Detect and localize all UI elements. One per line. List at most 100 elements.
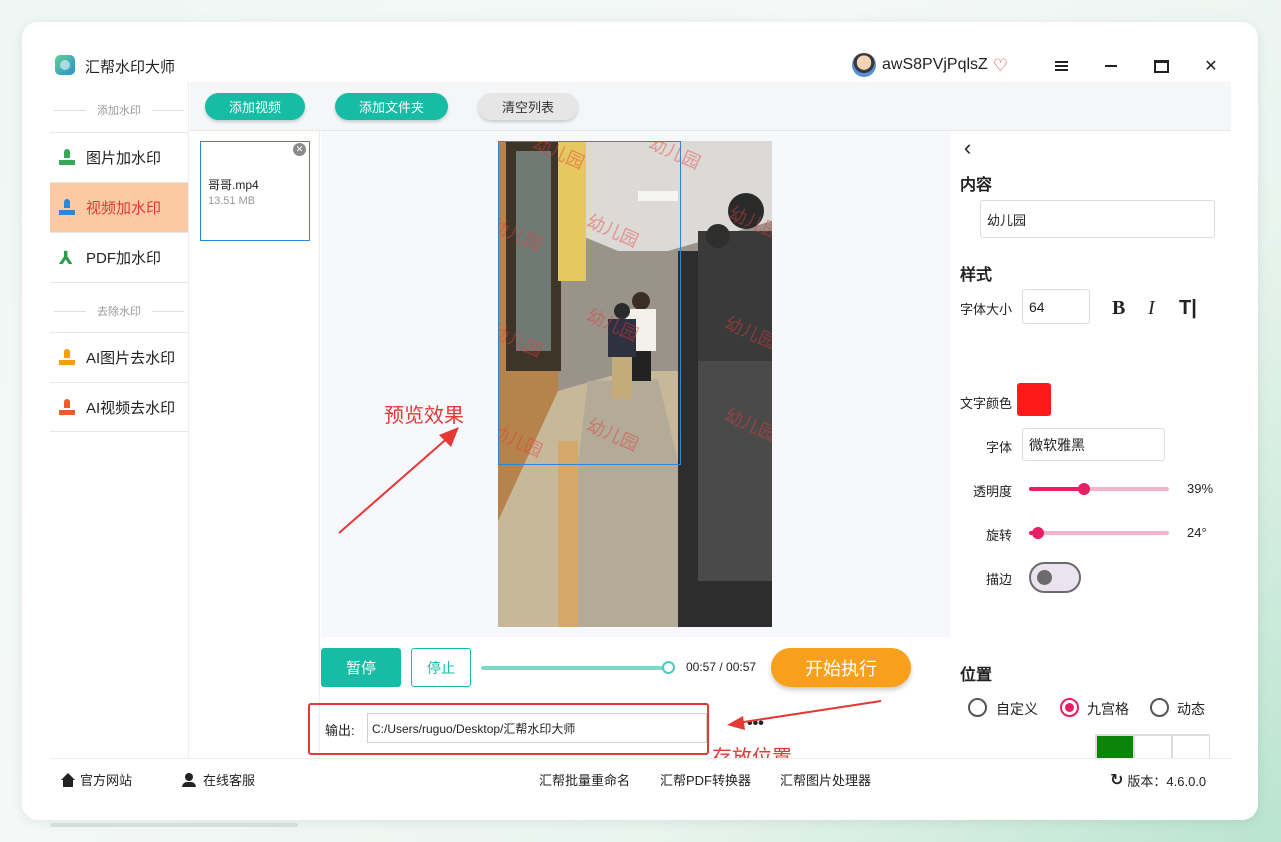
minimize-button[interactable] — [1096, 54, 1126, 78]
opacity-value: 39% — [1187, 481, 1214, 496]
file-size: 13.51 MB — [208, 195, 256, 207]
font-size-label: 字体大小 — [960, 302, 1013, 317]
position-radio-grid[interactable] — [1060, 698, 1079, 717]
font-label: 字体 — [986, 440, 1013, 455]
annotation-arrow-icon — [338, 427, 459, 534]
file-list: ✕ 哥哥.mp4 13.51 MB — [190, 131, 320, 758]
sidebar-item-ai-image-remove[interactable]: AI图片去水印 — [50, 332, 188, 382]
sidebar-item-label: PDF加水印 — [86, 250, 162, 267]
hamburger-icon — [1054, 61, 1068, 71]
font-select[interactable]: 微软雅黑 — [1022, 428, 1165, 461]
rotation-value: 24° — [1187, 525, 1207, 540]
sidebar-item-pdf-watermark[interactable]: ⅄ PDF加水印 — [50, 232, 188, 282]
content-title: 内容 — [960, 177, 993, 194]
add-folder-button[interactable]: 添加文件夹 — [335, 93, 448, 120]
app-window: 汇帮水印大师 awS8PVjPqlsZ ♡ ✕ 添加水印 图片加水印 视频加水印… — [50, 50, 1231, 794]
title-bar: 汇帮水印大师 awS8PVjPqlsZ ♡ ✕ — [50, 50, 1231, 82]
close-button[interactable]: ✕ — [1196, 54, 1226, 78]
sidebar-item-image-watermark[interactable]: 图片加水印 — [50, 132, 188, 182]
rename-tool-link[interactable]: 汇帮批量重命名 — [539, 770, 630, 789]
style-title: 样式 — [960, 267, 993, 284]
opacity-slider-fill — [1029, 487, 1084, 491]
sidebar-section-remove: 去除水印 — [50, 282, 188, 332]
app-title: 汇帮水印大师 — [85, 59, 176, 76]
version-info[interactable]: ↻ 版本：4.6.0.0 — [1110, 770, 1206, 790]
italic-button[interactable]: I — [1148, 297, 1155, 320]
pause-button[interactable]: 暂停 — [321, 648, 401, 687]
store-arrow-icon — [727, 700, 882, 730]
app-logo-icon — [55, 55, 75, 75]
maximize-button[interactable] — [1146, 54, 1176, 78]
sidebar-item-video-watermark[interactable]: 视频加水印 — [50, 182, 188, 232]
pdf-icon: ⅄ — [59, 248, 73, 268]
position-radio-dynamic[interactable] — [1150, 698, 1169, 717]
remove-file-icon[interactable]: ✕ — [293, 143, 306, 156]
progress-thumb[interactable] — [662, 661, 675, 674]
stamp-icon — [59, 149, 75, 167]
opacity-slider-thumb[interactable] — [1077, 483, 1090, 495]
vip-diamond-icon[interactable]: ♡ — [993, 57, 1008, 74]
add-video-button[interactable]: 添加视频 — [205, 93, 305, 120]
output-path-field[interactable]: C:/Users/ruguo/Desktop/汇帮水印大师 — [367, 713, 707, 743]
position-label-dynamic[interactable]: 动态 — [1177, 699, 1205, 719]
settings-panel: ‹ 内容 幼儿园 样式 字体大小 64 B I T| 文字颜色 字体 微软雅黑 … — [950, 131, 1231, 794]
position-title: 位置 — [960, 667, 993, 684]
rotation-label: 旋转 — [986, 528, 1013, 543]
refresh-icon: ↻ — [1110, 772, 1124, 789]
website-label: 官方网站 — [80, 773, 133, 788]
position-radio-custom[interactable] — [968, 698, 987, 717]
watermark-text-input[interactable]: 幼儿园 — [980, 200, 1215, 238]
start-button[interactable]: 开始执行 — [771, 648, 911, 687]
horizontal-scrollbar[interactable] — [50, 823, 298, 827]
username[interactable]: awS8PVjPqlsZ — [882, 56, 988, 74]
stop-button[interactable]: 停止 — [411, 648, 471, 687]
stroke-label: 描边 — [986, 572, 1013, 587]
opacity-label: 透明度 — [973, 484, 1013, 499]
position-label-grid[interactable]: 九宫格 — [1087, 699, 1129, 719]
version-label: 版本：4.6.0.0 — [1127, 773, 1207, 789]
output-label: 输出: — [325, 723, 355, 738]
text-color-label: 文字颜色 — [960, 396, 1013, 411]
position-label-custom[interactable]: 自定义 — [996, 699, 1038, 719]
close-icon: ✕ — [1204, 58, 1218, 75]
sidebar-section-add: 添加水印 — [50, 82, 188, 132]
watermark-bounding-box[interactable] — [498, 141, 681, 465]
menu-button[interactable] — [1046, 54, 1076, 78]
home-icon — [60, 772, 76, 787]
toolbar: 添加视频 添加文件夹 清空列表 — [190, 82, 1231, 131]
text-color-swatch[interactable] — [1017, 383, 1051, 416]
time-display: 00:57 / 00:57 — [686, 660, 757, 674]
stamp-icon — [59, 349, 75, 367]
vertical-text-button[interactable]: T| — [1179, 297, 1197, 320]
video-preview[interactable]: 幼儿园 幼儿园 幼儿园 幼儿园 幼儿园 幼儿园 幼儿园 幼儿园 幼儿园 幼儿园 … — [498, 141, 772, 627]
playback-controls: 暂停 停止 00:57 / 00:57 开始执行 输出: C:/Users/ru… — [308, 637, 950, 769]
maximize-icon — [1153, 59, 1169, 73]
stroke-toggle[interactable] — [1029, 562, 1081, 593]
stamp-icon — [59, 199, 75, 217]
customer-service-icon — [181, 772, 197, 787]
font-size-input[interactable]: 64 — [1022, 289, 1090, 324]
footer: 官方网站 在线客服 汇帮批量重命名 汇帮PDF转换器 汇帮图片处理器 ↻ 版本：… — [50, 758, 1231, 794]
sidebar: 添加水印 图片加水印 视频加水印 ⅄ PDF加水印 去除水印 AI图片去水印 A… — [50, 82, 189, 758]
sidebar-item-label: AI图片去水印 — [86, 350, 176, 367]
image-processor-link[interactable]: 汇帮图片处理器 — [780, 770, 871, 789]
preview-area: 幼儿园 幼儿园 幼儿园 幼儿园 幼儿园 幼儿园 幼儿园 幼儿园 幼儿园 幼儿园 … — [321, 131, 950, 637]
sidebar-item-label: 视频加水印 — [86, 200, 162, 217]
sidebar-item-ai-video-remove[interactable]: AI视频去水印 — [50, 382, 188, 432]
website-link[interactable]: 官方网站 — [60, 770, 132, 789]
minimize-icon — [1105, 65, 1117, 67]
clear-list-button[interactable]: 清空列表 — [478, 93, 578, 120]
user-account[interactable]: awS8PVjPqlsZ ♡ — [852, 53, 1008, 77]
rotation-slider-thumb[interactable] — [1032, 527, 1045, 539]
customer-service-link[interactable]: 在线客服 — [181, 770, 255, 789]
file-card[interactable]: ✕ 哥哥.mp4 13.51 MB — [200, 141, 310, 241]
progress-slider[interactable] — [481, 666, 668, 670]
sidebar-item-label: 图片加水印 — [86, 150, 162, 167]
avatar[interactable] — [852, 53, 876, 77]
rotation-slider[interactable] — [1029, 531, 1169, 535]
file-name: 哥哥.mp4 — [208, 178, 259, 192]
service-label: 在线客服 — [203, 773, 256, 788]
bold-button[interactable]: B — [1112, 297, 1125, 320]
pdf-converter-link[interactable]: 汇帮PDF转换器 — [660, 770, 751, 789]
back-arrow-icon[interactable]: ‹ — [964, 135, 971, 161]
